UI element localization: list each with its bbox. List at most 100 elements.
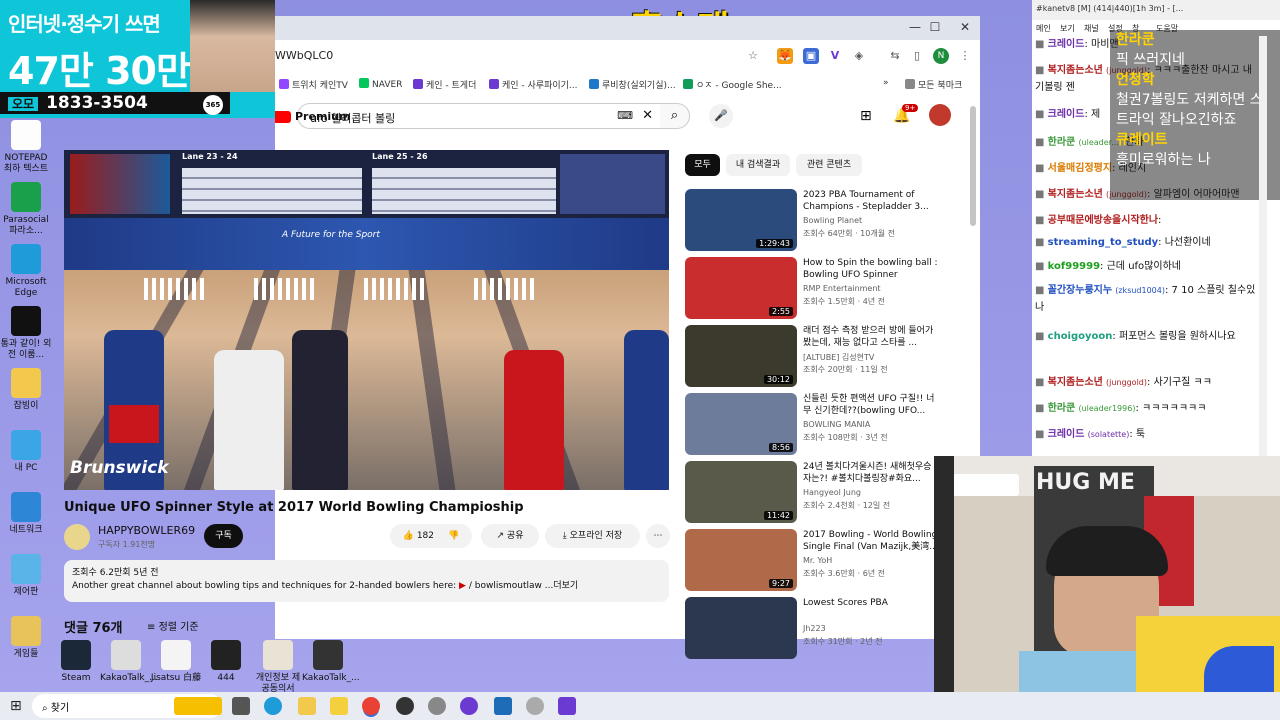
desktop-icon[interactable]: 네트워크 <box>0 492 52 536</box>
youtube-logo-icon[interactable] <box>275 111 291 123</box>
obs-icon[interactable] <box>396 697 414 715</box>
desktop-icon[interactable]: Jisatsu 白藤 <box>150 640 202 684</box>
chat-scrollbar[interactable] <box>1259 36 1267 456</box>
video-thumbnail[interactable]: 8:56 <box>685 393 797 455</box>
minimize-button[interactable]: — <box>905 20 925 34</box>
recommendation-item[interactable]: 8:56 신들린 듯한 편액션 UFO 구질!! 너무 신기한데??(bowlin… <box>685 393 975 455</box>
explorer-icon[interactable] <box>298 697 316 715</box>
video-thumbnail[interactable]: 1:29:43 <box>685 189 797 251</box>
desktop-icon[interactable]: Steam <box>50 640 102 684</box>
recommendation-title[interactable]: 2017 Bowling - World Bowling Single Fina… <box>803 529 938 553</box>
chat-username[interactable]: 복지좀는소년 <box>1048 377 1103 388</box>
chat-menu-item[interactable]: 보기 <box>1060 23 1075 34</box>
desktop-icon[interactable]: 내 PC <box>0 430 52 474</box>
extension-icon[interactable]: ◈ <box>851 48 867 64</box>
sidepanel-icon[interactable]: ▯ <box>909 48 925 64</box>
extension-icon[interactable]: V <box>827 48 843 64</box>
subscribe-button[interactable]: 구독 <box>204 524 243 548</box>
chat-username[interactable]: 크레이드 <box>1048 109 1085 120</box>
search-input[interactable]: ufo 헬리콥터 볼링 ⌨ ✕ <box>297 103 662 129</box>
recommendation-item[interactable]: 11:42 24년 볼치다겨울시즌! 새해첫우승자는?! #볼치다볼링장#화요..… <box>685 461 975 523</box>
recommendation-item[interactable]: 1:29:43 2023 PBA Tournament of Champions … <box>685 189 975 251</box>
desktop-icon[interactable]: 통과 같이! 외전 이룸... <box>0 306 52 361</box>
description-box[interactable]: 조회수 6.2만회 5년 전 Another great channel abo… <box>64 560 669 602</box>
avatar[interactable] <box>929 104 951 126</box>
bookmark-item[interactable]: 케인 - 트게더 <box>413 78 476 91</box>
desktop-icon[interactable]: 제어판 <box>0 554 52 598</box>
app-icon[interactable] <box>558 697 576 715</box>
keyboard-icon[interactable]: ⌨ <box>617 109 633 122</box>
desktop-icon[interactable]: KakaoTalk_... <box>100 640 158 684</box>
profile-icon[interactable]: N <box>933 48 949 64</box>
windows-start-icon[interactable]: ⊞ <box>10 698 22 714</box>
clear-icon[interactable]: ✕ <box>642 108 653 123</box>
mic-button[interactable]: 🎤 <box>709 104 733 128</box>
share-button[interactable]: ↗ 공유 <box>481 524 539 548</box>
bookmark-item[interactable]: ㅇㅈ - Google She... <box>683 78 782 91</box>
recommendation-title[interactable]: Lowest Scores PBA <box>803 597 938 609</box>
chat-menu-item[interactable]: 메인 <box>1036 23 1051 34</box>
desktop-icon[interactable]: KakaoTalk_... <box>302 640 360 684</box>
edge-icon[interactable] <box>264 697 282 715</box>
bookmark-item[interactable]: NAVER <box>359 78 402 90</box>
recommendation-title[interactable]: 24년 볼치다겨울시즌! 새해첫우승자는?! #볼치다볼링장#화요... <box>803 461 938 485</box>
extension-icon[interactable]: ▣ <box>803 48 819 64</box>
recommendation-item[interactable]: Lowest Scores PBA Jh223 조회수 31만회 · 2년 전 <box>685 597 975 659</box>
task-view-icon[interactable] <box>232 697 250 715</box>
recommendation-title[interactable]: 2023 PBA Tournament of Champions - Stepl… <box>803 189 938 213</box>
create-icon[interactable]: ⊞ <box>860 108 872 124</box>
chip-my-results[interactable]: 내 검색결과 <box>726 154 790 176</box>
app-icon[interactable] <box>494 697 512 715</box>
show-more[interactable]: ...더보기 <box>545 581 578 591</box>
recommendation-item[interactable]: 2:55 How to Spin the bowling ball : Bowli… <box>685 257 975 319</box>
address-bar[interactable]: WWbQLC0 ☆ 🦊 ▣ V ◈ ⇆ ▯ N ⋮ <box>275 40 980 76</box>
all-bookmarks[interactable]: 모든 북마크 <box>905 78 962 91</box>
desktop-icon[interactable]: NOTEPAD 최하 텍스트 <box>0 120 52 175</box>
video-thumbnail[interactable]: 2:55 <box>685 257 797 319</box>
chip-all[interactable]: 모두 <box>685 154 720 176</box>
bookmark-item[interactable]: 루비창(실외기실)... <box>589 78 676 91</box>
video-thumbnail[interactable] <box>685 597 797 659</box>
maximize-button[interactable]: ☐ <box>925 20 945 34</box>
chat-username[interactable]: 꼴간장누룽지누 <box>1048 285 1112 296</box>
desktop-icon[interactable]: 개인정보 제공동의서 <box>252 640 304 695</box>
video-player[interactable]: Lane 23 - 24 Lane 25 - 26 A Future for t… <box>64 150 669 490</box>
recommendation-title[interactable]: How to Spin the bowling ball : Bowling U… <box>803 257 938 281</box>
menu-icon[interactable]: ⋮ <box>957 48 973 64</box>
extension-icon[interactable]: 🦊 <box>777 48 793 64</box>
offline-save-button[interactable]: ⤓ 오프라인 저장 <box>545 524 640 548</box>
star-icon[interactable]: ☆ <box>745 48 761 64</box>
chat-username[interactable]: choigoyoon <box>1048 331 1113 342</box>
app-icon[interactable] <box>330 697 348 715</box>
chat-username[interactable]: streaming_to_study <box>1048 237 1159 248</box>
app-icon[interactable] <box>460 697 478 715</box>
desktop-icon[interactable]: 444 <box>200 640 252 684</box>
chip-related[interactable]: 관련 콘텐츠 <box>796 154 862 176</box>
app-icon[interactable] <box>526 697 544 715</box>
chat-username[interactable]: 복지좀는소년 <box>1048 65 1103 76</box>
desktop-icon[interactable]: 게임들 <box>0 616 52 660</box>
channel-name[interactable]: HAPPYBOWLER69 <box>98 524 195 537</box>
desktop-icon[interactable]: Microsoft Edge <box>0 244 52 299</box>
channel-avatar[interactable] <box>64 524 90 550</box>
bookmark-chevron[interactable]: » <box>883 78 889 88</box>
like-dislike-button[interactable]: 👍 182 👎 <box>390 524 472 548</box>
recommendation-item[interactable]: 9:27 2017 Bowling - World Bowling Single … <box>685 529 975 591</box>
chat-menu-item[interactable]: 채널 <box>1084 23 1099 34</box>
sort-button[interactable]: ≡ 정렬 기준 <box>147 618 199 633</box>
chat-username[interactable]: 공부때문에방송을시작한나 <box>1048 215 1158 226</box>
recommendation-title[interactable]: 신들린 듯한 편액션 UFO 구질!! 너무 신기한데??(bowling UF… <box>803 393 938 417</box>
thumbs-down-icon[interactable]: 👎 <box>448 531 459 541</box>
recommendation-item[interactable]: 30:12 래더 점수 측정 받으러 방에 들어가봤는데, 재능 없다고 스타를 … <box>685 325 975 387</box>
app-icon[interactable] <box>428 697 446 715</box>
bookmark-item[interactable]: 케인 - 사루파이기... <box>489 78 578 91</box>
video-thumbnail[interactable]: 30:12 <box>685 325 797 387</box>
chat-username[interactable]: 한라쿤 <box>1048 137 1076 148</box>
video-thumbnail[interactable]: 11:42 <box>685 461 797 523</box>
chat-username[interactable]: 한라쿤 <box>1048 403 1076 414</box>
tabs-icon[interactable]: ⇆ <box>887 48 903 64</box>
recommendation-title[interactable]: 래더 점수 측정 받으러 방에 들어가봤는데, 재능 없다고 스타를 ... <box>803 325 938 349</box>
chat-username[interactable]: kof99999 <box>1048 261 1100 272</box>
more-actions-button[interactable]: ⋯ <box>646 524 670 548</box>
chrome-icon[interactable] <box>362 697 380 715</box>
